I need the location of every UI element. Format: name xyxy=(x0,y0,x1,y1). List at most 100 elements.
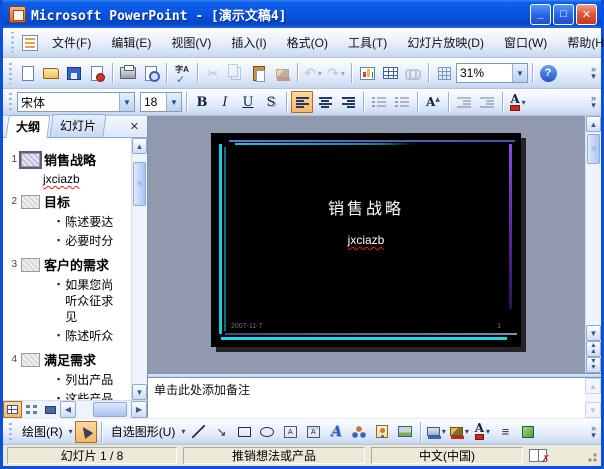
slide-thumbnail-icon[interactable] xyxy=(21,353,40,367)
outline-scroll-thumb[interactable] xyxy=(133,162,146,206)
menu-format[interactable]: 格式(O) xyxy=(277,29,338,56)
outline-bullet[interactable]: 陈述听众 xyxy=(7,328,131,344)
standard-toolbar-gripper[interactable] xyxy=(8,63,13,84)
vertical-text-box-button[interactable]: A xyxy=(302,421,324,443)
toolbar-options-icon[interactable]: »▾ xyxy=(588,66,599,80)
line-button[interactable] xyxy=(187,421,209,443)
redo-button[interactable]: ↷▾ xyxy=(325,62,347,84)
slide-title[interactable]: 销售战略 xyxy=(211,195,521,219)
powerpoint-app-icon[interactable] xyxy=(9,6,26,23)
insert-table-button[interactable] xyxy=(379,62,401,84)
line-style-button[interactable]: ≡ xyxy=(494,421,516,443)
drawing-toolbar-gripper[interactable] xyxy=(8,423,13,441)
italic-button[interactable]: I xyxy=(214,91,236,113)
close-button[interactable]: ✕ xyxy=(576,4,597,25)
slide-thumbnail-icon[interactable] xyxy=(21,153,40,167)
slide-subtitle[interactable]: jxciazb xyxy=(211,233,521,247)
menu-help[interactable]: 帮助(H) xyxy=(557,29,604,56)
spelling-button[interactable]: 字A xyxy=(171,62,193,84)
scroll-up-icon[interactable]: ▲ xyxy=(585,378,601,394)
align-center-button[interactable] xyxy=(314,91,336,113)
clip-art-button[interactable] xyxy=(371,421,393,443)
scroll-left-icon[interactable]: ◀ xyxy=(60,401,76,418)
shadow-button[interactable]: S xyxy=(260,91,282,113)
outline-bullet[interactable]: 陈述要达 xyxy=(7,214,131,230)
font-size-dropdown-icon[interactable]: ▼ xyxy=(166,93,181,111)
outline-bullet[interactable]: 这些产品 xyxy=(7,391,131,400)
wordart-button[interactable]: A xyxy=(325,421,347,443)
tab-outline[interactable]: 大纲 xyxy=(5,115,50,138)
autoshapes-menu-button[interactable]: 自选图形(U)▾ xyxy=(106,421,187,443)
arrow-button[interactable]: ↘ xyxy=(210,421,232,443)
notes-placeholder[interactable]: 单击此处添加备注 xyxy=(148,378,585,418)
normal-view-button[interactable] xyxy=(3,401,22,418)
slide-scroll-thumb[interactable] xyxy=(587,134,600,164)
copy-button[interactable] xyxy=(225,62,247,84)
increase-font-size-button[interactable]: A xyxy=(422,91,444,113)
print-button[interactable] xyxy=(117,62,139,84)
menu-slideshow[interactable]: 幻灯片放映(D) xyxy=(397,29,494,56)
formatting-toolbar-gripper[interactable] xyxy=(8,93,13,111)
status-language[interactable]: 中文(中国) xyxy=(371,447,523,464)
undo-button[interactable]: ↶▾ xyxy=(302,62,324,84)
previous-slide-icon[interactable]: ▲▲ xyxy=(586,341,601,357)
oval-button[interactable] xyxy=(256,421,278,443)
zoom-dropdown-icon[interactable]: ▼ xyxy=(512,64,527,82)
align-right-button[interactable] xyxy=(337,91,359,113)
formatting-toolbar-options-icon[interactable]: »▾ xyxy=(588,95,599,109)
scroll-up-icon[interactable]: ▲ xyxy=(132,138,147,154)
format-painter-button[interactable] xyxy=(271,62,293,84)
menu-view[interactable]: 视图(V) xyxy=(161,29,221,56)
spell-check-status-icon[interactable] xyxy=(529,449,547,462)
outline-title[interactable]: 目标 xyxy=(44,192,70,211)
slide-sorter-view-button[interactable] xyxy=(22,401,41,418)
increase-indent-button[interactable] xyxy=(476,91,498,113)
tab-slides[interactable]: 幻灯片 xyxy=(49,114,106,137)
insert-chart-button[interactable] xyxy=(356,62,378,84)
scroll-down-icon[interactable]: ▼ xyxy=(586,325,601,341)
align-left-button[interactable] xyxy=(291,91,313,113)
insert-hyperlink-button[interactable] xyxy=(402,62,424,84)
font-name-input[interactable] xyxy=(18,93,119,111)
outline-title[interactable]: 满足需求 xyxy=(44,350,96,369)
hscroll-track[interactable] xyxy=(76,401,131,418)
menu-insert[interactable]: 插入(I) xyxy=(221,29,276,56)
text-box-button[interactable]: A xyxy=(279,421,301,443)
slide-canvas[interactable]: 销售战略 jxciazb 2007-11-7 1 xyxy=(148,116,585,373)
underline-button[interactable]: U xyxy=(237,91,259,113)
minimize-button[interactable]: _ xyxy=(530,4,551,25)
shape-3d-button[interactable] xyxy=(517,421,539,443)
scroll-up-icon[interactable]: ▲ xyxy=(586,116,601,132)
slide[interactable]: 销售战略 jxciazb 2007-11-7 1 xyxy=(211,133,521,347)
maximize-button[interactable]: □ xyxy=(553,4,574,25)
menu-file[interactable]: 文件(F) xyxy=(42,29,101,56)
fill-color-button[interactable]: ▾ xyxy=(425,421,447,443)
outline-bullet[interactable]: 如果您尚 听众征求 见 xyxy=(7,277,131,325)
line-color-button[interactable]: ▾ xyxy=(448,421,470,443)
scroll-down-icon[interactable]: ▼ xyxy=(132,384,147,400)
menu-window[interactable]: 窗口(W) xyxy=(494,29,557,56)
scroll-down-icon[interactable]: ▼ xyxy=(585,402,601,418)
outline-bullet[interactable]: 必要时分 xyxy=(7,233,131,249)
print-preview-button[interactable] xyxy=(140,62,162,84)
rectangle-button[interactable] xyxy=(233,421,255,443)
next-slide-icon[interactable]: ▼▼ xyxy=(586,357,601,373)
outline-bullet[interactable]: 列出产品 xyxy=(7,372,131,388)
draw-font-color-button[interactable]: A▾ xyxy=(471,421,493,443)
scroll-right-icon[interactable]: ▶ xyxy=(131,401,147,418)
outline-text[interactable]: jxciazb xyxy=(7,172,131,186)
select-objects-button[interactable] xyxy=(75,421,97,443)
help-button[interactable]: ? xyxy=(537,62,559,84)
slideshow-view-button[interactable] xyxy=(41,401,60,418)
menu-tools[interactable]: 工具(T) xyxy=(338,29,397,56)
bullets-button[interactable] xyxy=(391,91,413,113)
slide-thumbnail-icon[interactable] xyxy=(21,195,40,209)
slide-scroll-track[interactable] xyxy=(586,132,601,325)
document-icon[interactable] xyxy=(22,35,38,51)
slide-thumbnail-icon[interactable] xyxy=(21,258,40,272)
diagram-button[interactable] xyxy=(348,421,370,443)
draw-menu-button[interactable]: 绘图(R)▾ xyxy=(17,421,74,443)
outline-scroll-track[interactable] xyxy=(132,154,147,384)
numbering-button[interactable] xyxy=(368,91,390,113)
open-button[interactable] xyxy=(40,62,62,84)
